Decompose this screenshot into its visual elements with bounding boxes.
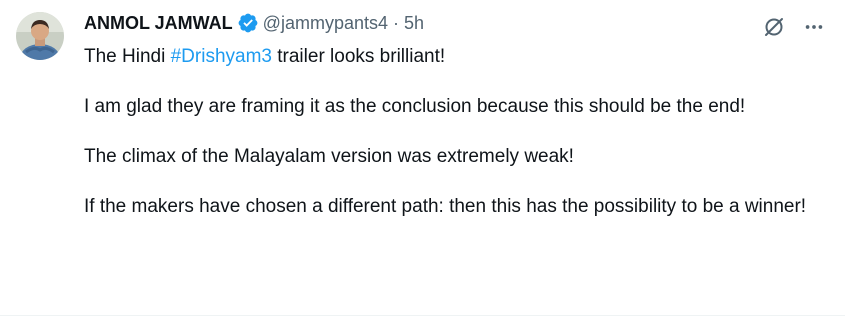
tweet-text-suffix: trailer looks brilliant! (271, 46, 446, 67)
separator-dot: · (393, 13, 399, 33)
tweet[interactable]: ANMOL JAMWAL @jammypants4 · 5h The Hindi… (0, 0, 845, 316)
hashtag-link[interactable]: #Drishyam3 (171, 46, 272, 67)
tweet-paragraph-2: I am glad they are framing it as the con… (84, 96, 746, 117)
more-button[interactable] (799, 12, 829, 42)
avatar-image (16, 12, 64, 60)
display-name[interactable]: ANMOL JAMWAL (84, 10, 233, 36)
grok-button[interactable] (759, 12, 789, 42)
tweet-text-prefix: The Hindi (84, 46, 171, 67)
tweet-text: The Hindi #Drishyam3 trailer looks brill… (84, 44, 814, 219)
tweet-header: ANMOL JAMWAL @jammypants4 · 5h (84, 10, 829, 36)
grok-icon (765, 18, 783, 36)
avatar[interactable] (16, 12, 64, 60)
tweet-body: ANMOL JAMWAL @jammypants4 · 5h The Hindi… (84, 10, 829, 219)
tweet-paragraph-1: The Hindi #Drishyam3 trailer looks brill… (84, 44, 814, 69)
author-handle[interactable]: @jammypants4 (263, 10, 388, 36)
tweet-paragraph-3: The climax of the Malayalam version was … (84, 146, 574, 167)
tweet-actions (759, 12, 829, 42)
verified-badge-icon (237, 12, 259, 34)
tweet-paragraph-4: If the makers have chosen a different pa… (84, 196, 807, 217)
more-icon (805, 25, 823, 29)
timestamp[interactable]: 5h (404, 10, 424, 36)
